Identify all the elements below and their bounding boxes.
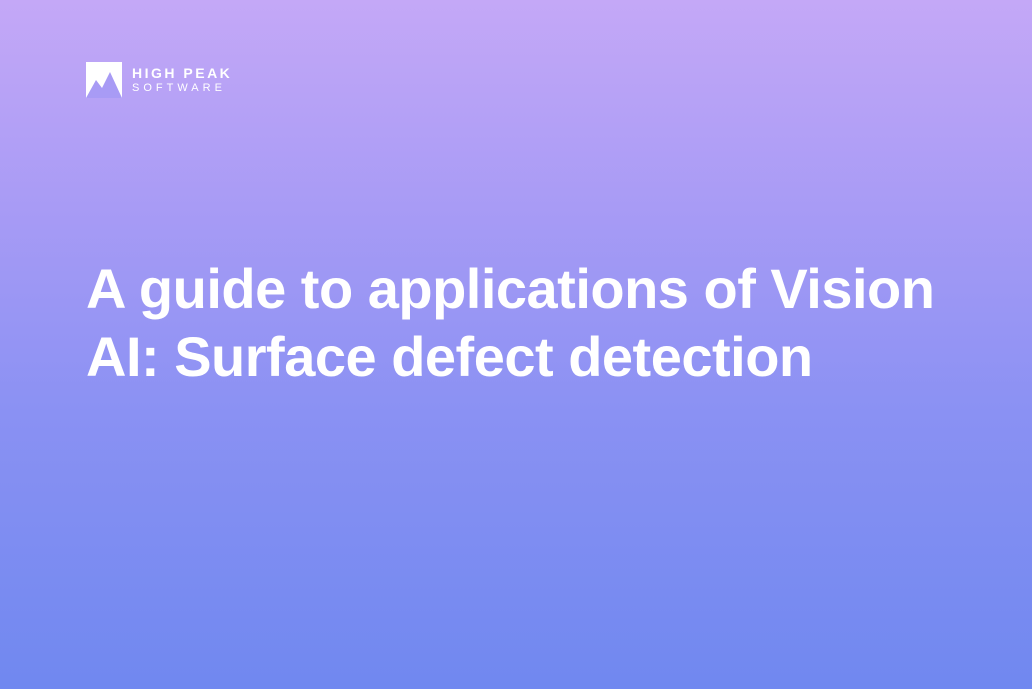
brand-logo: HIGH PEAK SOFTWARE xyxy=(86,62,232,98)
brand-text: HIGH PEAK SOFTWARE xyxy=(132,66,232,93)
page-title: A guide to applications of Vision AI: Su… xyxy=(86,255,972,392)
brand-name-top: HIGH PEAK xyxy=(132,66,232,81)
brand-name-bottom: SOFTWARE xyxy=(132,82,232,94)
mountain-icon xyxy=(86,62,122,98)
